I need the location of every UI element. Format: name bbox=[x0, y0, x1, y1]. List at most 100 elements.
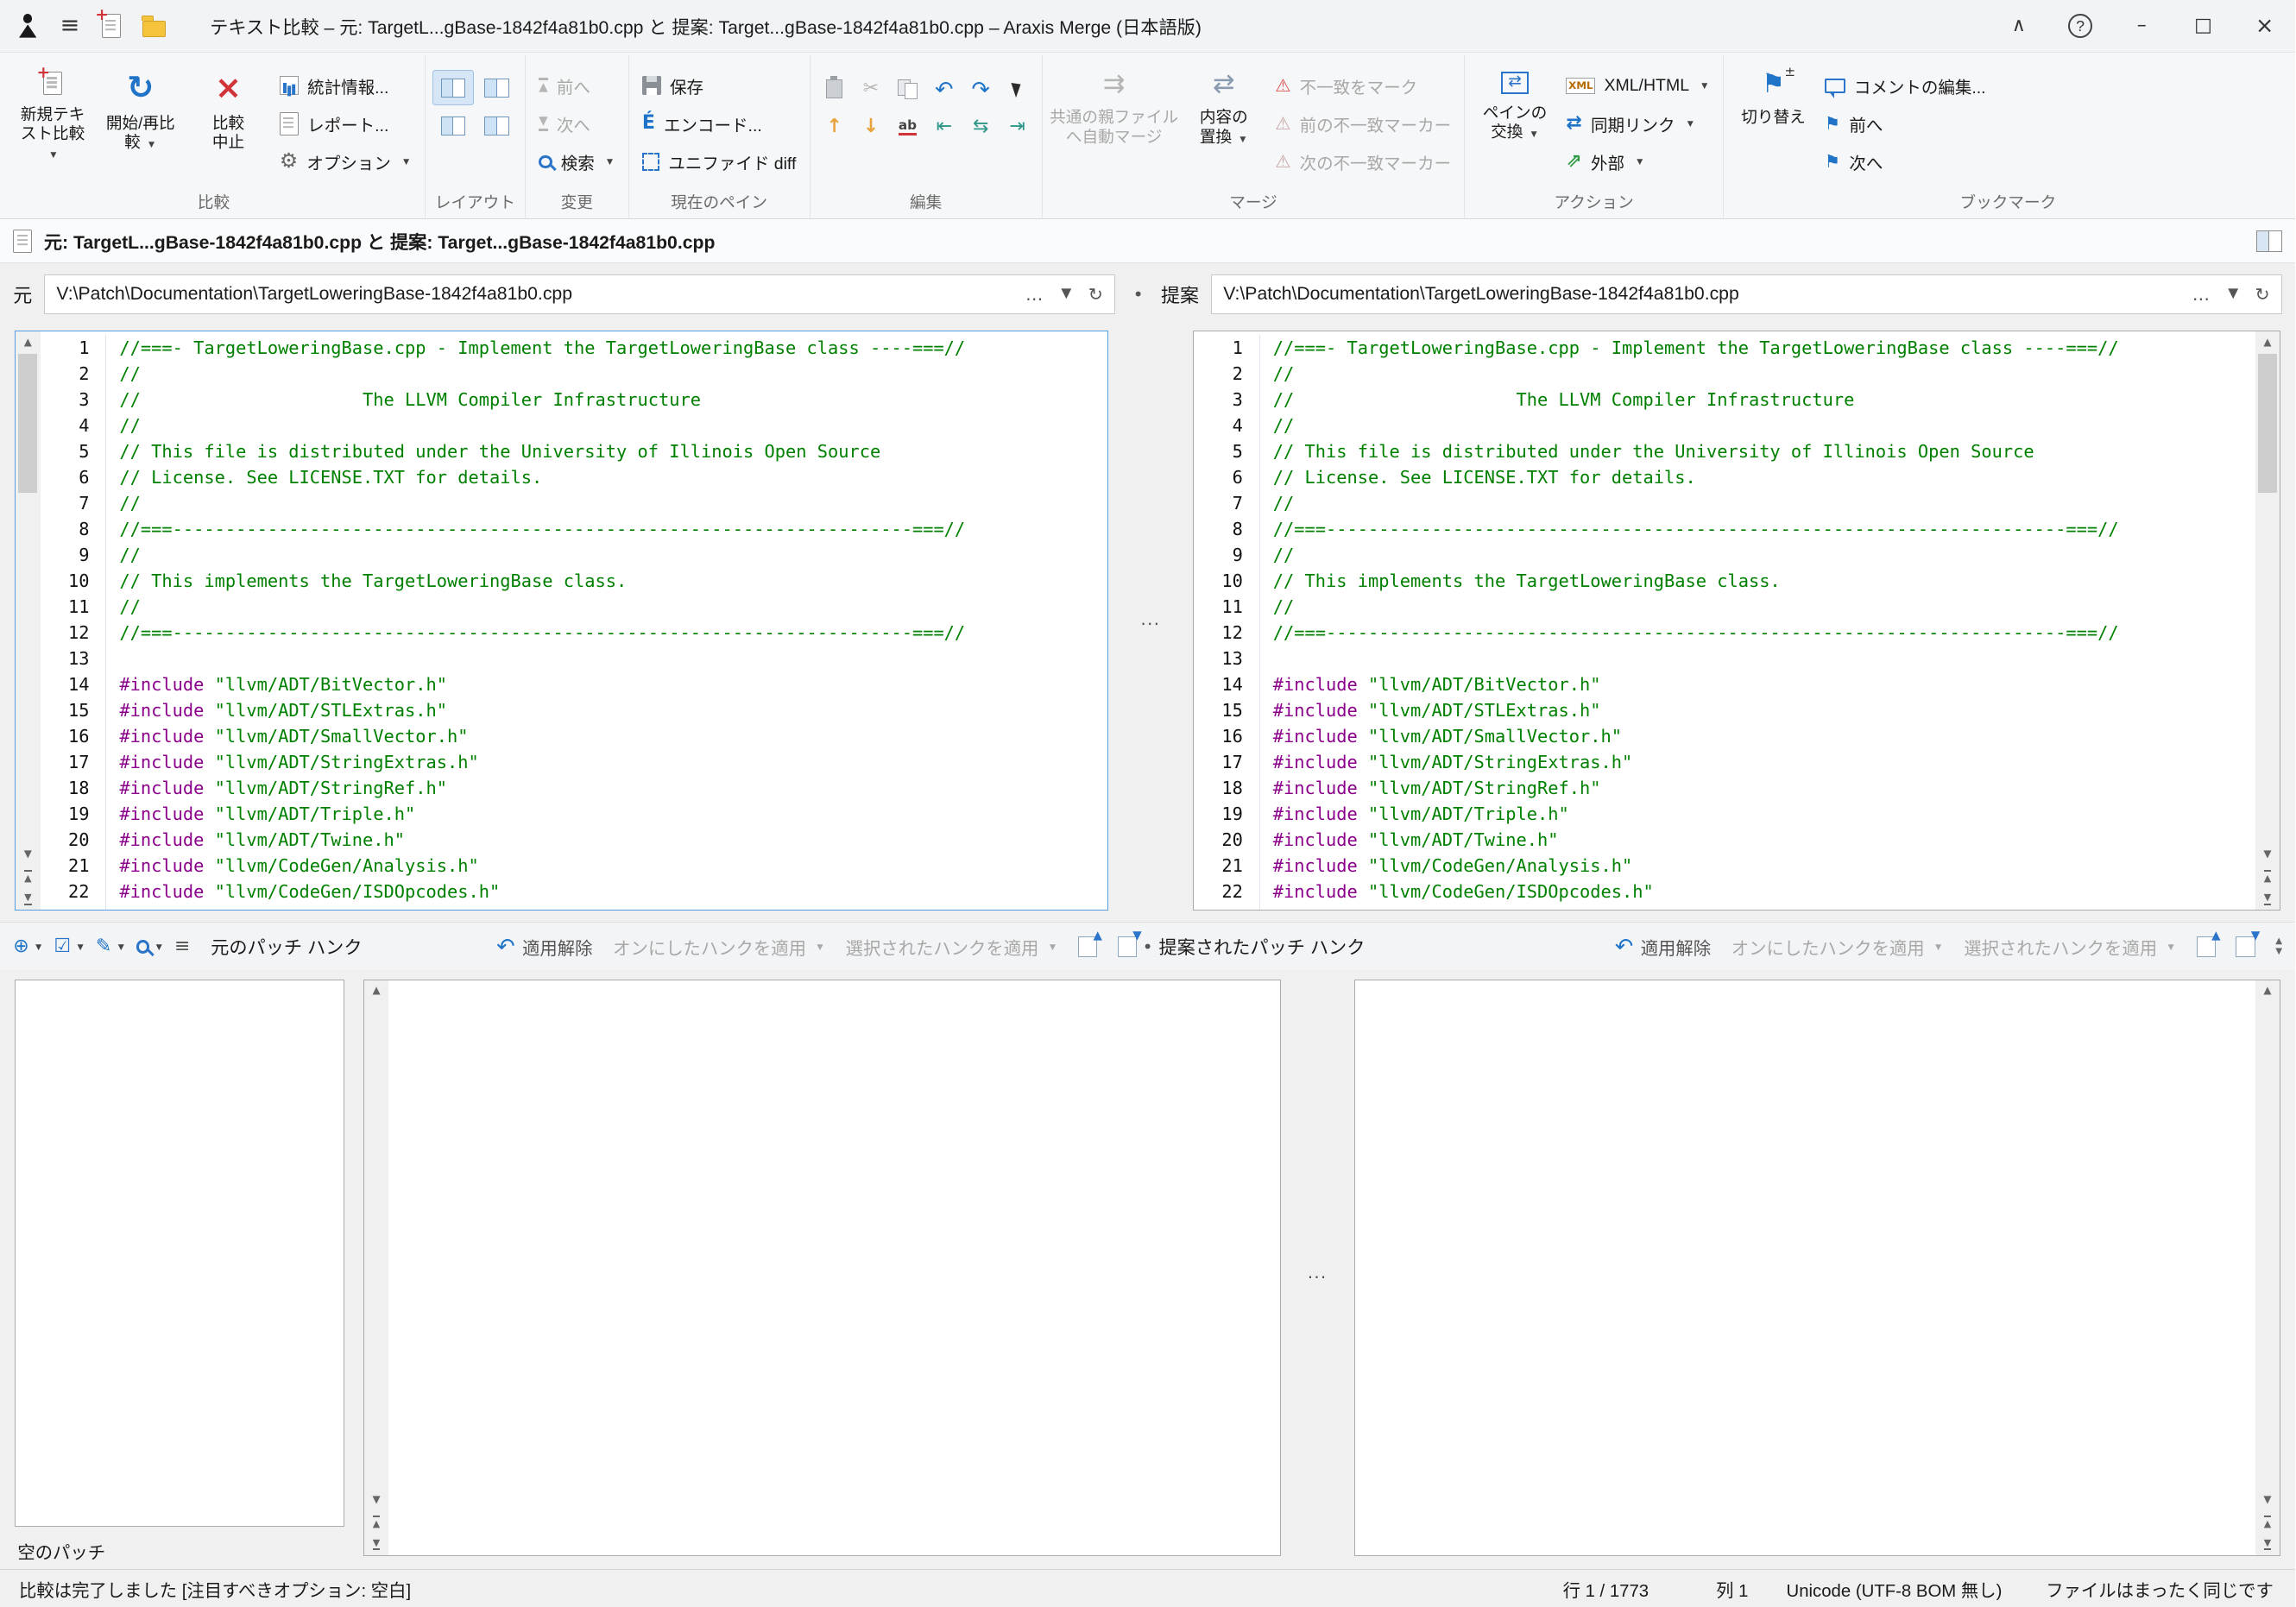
code-line[interactable]: 19#include "llvm/ADT/Triple.h" bbox=[1194, 801, 2255, 827]
code-line[interactable]: 21#include "llvm/CodeGen/Analysis.h" bbox=[1194, 853, 2255, 879]
next-mismatch-marker-button[interactable]: ⚠ 次の不一致マーカー bbox=[1269, 147, 1457, 178]
code-line[interactable]: 10// This implements the TargetLoweringB… bbox=[41, 568, 1107, 594]
toolbar-overflow-button[interactable]: ▲▼ bbox=[2275, 937, 2282, 956]
menu-icon[interactable]: ≡ bbox=[60, 14, 80, 37]
chevron-down-icon[interactable]: ▼ bbox=[2224, 284, 2242, 304]
code-line[interactable]: 23#include "llvm/CodeGen/MachineBasicBlo… bbox=[41, 904, 1107, 910]
apply-up-button[interactable]: ▲ bbox=[1078, 936, 1097, 957]
scroll-up-icon[interactable]: ▲ bbox=[2255, 980, 2280, 1002]
code-line[interactable]: 9// bbox=[1194, 542, 2255, 568]
code-line[interactable]: 13 bbox=[41, 646, 1107, 671]
code-line[interactable]: 17#include "llvm/ADT/StringExtras.h" bbox=[41, 749, 1107, 775]
stop-compare-button[interactable]: × 比較中止 bbox=[186, 59, 270, 153]
original-patch-scrollbar[interactable]: ▲ ▼ ▲ ▼ bbox=[364, 980, 389, 1555]
minimize-button[interactable]: – bbox=[2111, 0, 2173, 53]
auto-merge-button[interactable]: ⇉ 共通の親ファイルへ自動マージ bbox=[1050, 59, 1178, 147]
jump-first-difference-icon[interactable]: ▲ bbox=[364, 1511, 389, 1533]
code-line[interactable]: 22#include "llvm/CodeGen/ISDOpcodes.h" bbox=[41, 879, 1107, 904]
proposed-patch-content[interactable] bbox=[1355, 980, 2255, 1555]
hunk-filter-button[interactable]: ≡ bbox=[174, 937, 190, 956]
jump-first-difference-icon[interactable]: ▲ bbox=[2255, 866, 2280, 887]
undo-button[interactable]: ↶ bbox=[927, 73, 961, 105]
scroll-down-icon[interactable]: ▼ bbox=[16, 844, 41, 866]
cut-button[interactable]: ✂ bbox=[855, 73, 888, 105]
code-line[interactable]: 16#include "llvm/ADT/SmallVector.h" bbox=[41, 723, 1107, 749]
code-line[interactable]: 20#include "llvm/ADT/Twine.h" bbox=[1194, 827, 2255, 853]
toggle-bookmark-button[interactable]: ⚑± 切り替え bbox=[1731, 59, 1815, 128]
scroll-down-icon[interactable]: ▼ bbox=[2255, 844, 2280, 866]
code-line[interactable]: 12//===---------------------------------… bbox=[1194, 620, 2255, 646]
align-right-button[interactable]: ⇥ bbox=[1000, 111, 1034, 143]
save-button[interactable]: 保存 bbox=[636, 70, 802, 101]
layout-variant-button[interactable] bbox=[476, 108, 517, 143]
patch-view-button[interactable]: ⊕▼ bbox=[13, 937, 43, 956]
layout-variant-button[interactable] bbox=[476, 70, 517, 105]
unapply-button[interactable]: ↶適用解除 bbox=[1615, 934, 1711, 960]
jump-first-difference-icon[interactable]: ▲ bbox=[2255, 1511, 2280, 1533]
next-bookmark-button[interactable]: ⚑ 次へ bbox=[1819, 147, 1991, 178]
code-line[interactable]: 6// License. See LICENSE.TXT for details… bbox=[1194, 464, 2255, 490]
replace-content-button[interactable]: ⇄ 内容の置換 ▼ bbox=[1182, 59, 1266, 148]
maximize-button[interactable]: □ bbox=[2173, 0, 2234, 53]
scroll-down-icon[interactable]: ▼ bbox=[2255, 1489, 2280, 1510]
options-button[interactable]: ⚙ オプション ▼ bbox=[274, 147, 417, 178]
unified-diff-button[interactable]: ユニファイド diff bbox=[636, 147, 802, 178]
sort-ascending-button[interactable]: ↑ bbox=[817, 111, 851, 143]
code-line[interactable]: 5// This file is distributed under the U… bbox=[1194, 438, 2255, 464]
scroll-up-icon[interactable]: ▲ bbox=[2255, 331, 2280, 353]
scrollbar-thumb[interactable] bbox=[18, 354, 37, 493]
browse-ellipsis-button[interactable]: … bbox=[1025, 286, 1043, 303]
code-line[interactable]: 5// This file is distributed under the U… bbox=[41, 438, 1107, 464]
code-line[interactable]: 9// bbox=[41, 542, 1107, 568]
scroll-down-icon[interactable]: ▼ bbox=[364, 1489, 389, 1510]
code-line[interactable]: 13 bbox=[1194, 646, 2255, 671]
select-pointer-button[interactable] bbox=[1000, 73, 1034, 105]
gutter-more-button[interactable]: ... bbox=[1308, 1266, 1328, 1282]
code-line[interactable]: 14#include "llvm/ADT/BitVector.h" bbox=[41, 671, 1107, 697]
code-line[interactable]: 8//===----------------------------------… bbox=[1194, 516, 2255, 542]
collapse-ribbon-button[interactable]: ∧ bbox=[1988, 0, 2049, 53]
original-code-content[interactable]: 1//===- TargetLoweringBase.cpp - Impleme… bbox=[41, 331, 1107, 910]
code-line[interactable]: 10// This implements the TargetLoweringB… bbox=[1194, 568, 2255, 594]
scroll-up-icon[interactable]: ▲ bbox=[16, 331, 41, 353]
apply-selected-hunks-button[interactable]: 選択されたハンクを適用▼ bbox=[1964, 934, 2176, 960]
code-line[interactable]: 3// The LLVM Compiler Infrastructure bbox=[1194, 387, 2255, 413]
code-line[interactable]: 12//===---------------------------------… bbox=[41, 620, 1107, 646]
next-change-button[interactable]: ▼ 次へ bbox=[533, 108, 621, 139]
code-line[interactable]: 16#include "llvm/ADT/SmallVector.h" bbox=[1194, 723, 2255, 749]
hunk-checkbox-button[interactable]: ☑▼ bbox=[54, 937, 85, 956]
code-line[interactable]: 20#include "llvm/ADT/Twine.h" bbox=[41, 827, 1107, 853]
code-line[interactable]: 4// bbox=[1194, 413, 2255, 438]
encoding-button[interactable]: É エンコード... bbox=[636, 108, 802, 139]
unapply-button[interactable]: ↶適用解除 bbox=[496, 934, 592, 960]
jump-last-difference-icon[interactable]: ▼ bbox=[2255, 887, 2280, 909]
jump-last-difference-icon[interactable]: ▼ bbox=[16, 887, 41, 909]
code-line[interactable]: 1//===- TargetLoweringBase.cpp - Impleme… bbox=[41, 335, 1107, 361]
original-patch-content[interactable] bbox=[388, 980, 1280, 1555]
xml-html-button[interactable]: XML XML/HTML ▼ bbox=[1561, 70, 1716, 101]
external-button[interactable]: ⇗ 外部 ▼ bbox=[1561, 147, 1716, 178]
code-line[interactable]: 6// License. See LICENSE.TXT for details… bbox=[41, 464, 1107, 490]
code-line[interactable]: 11// bbox=[41, 594, 1107, 620]
layout-two-pane-button[interactable] bbox=[432, 70, 473, 105]
hunk-edit-button[interactable]: ✎▼ bbox=[96, 937, 126, 956]
apply-selected-hunks-button[interactable]: 選択されたハンクを適用▼ bbox=[846, 934, 1058, 960]
statistics-button[interactable]: 統計情報... bbox=[274, 70, 417, 101]
code-line[interactable]: 19#include "llvm/ADT/Triple.h" bbox=[41, 801, 1107, 827]
scrollbar-track[interactable] bbox=[2255, 1002, 2280, 1489]
align-left-button[interactable]: ⇤ bbox=[927, 111, 961, 143]
original-scrollbar[interactable]: ▲ ▼ ▲ ▼ bbox=[16, 331, 41, 910]
code-line[interactable]: 23#include "llvm/CodeGen/MachineBasicBlo… bbox=[1194, 904, 2255, 910]
gutter-more-button[interactable]: ... bbox=[1141, 613, 1161, 629]
code-line[interactable]: 14#include "llvm/ADT/BitVector.h" bbox=[1194, 671, 2255, 697]
code-line[interactable]: 15#include "llvm/ADT/STLExtras.h" bbox=[1194, 697, 2255, 723]
code-line[interactable]: 17#include "llvm/ADT/StringExtras.h" bbox=[1194, 749, 2255, 775]
history-icon[interactable]: ↻ bbox=[1088, 286, 1103, 303]
proposed-path-combobox[interactable]: V:\Patch\Documentation\TargetLoweringBas… bbox=[1211, 274, 2282, 314]
scrollbar-track[interactable] bbox=[364, 1002, 389, 1489]
proposed-patch-scrollbar[interactable]: ▲ ▼ ▲ ▼ bbox=[2255, 980, 2280, 1555]
code-line[interactable]: 7// bbox=[41, 490, 1107, 516]
jump-first-difference-icon[interactable]: ▲ bbox=[16, 866, 41, 887]
sync-links-button[interactable]: ⇄ 同期リンク ▼ bbox=[1561, 108, 1716, 139]
code-line[interactable]: 7// bbox=[1194, 490, 2255, 516]
